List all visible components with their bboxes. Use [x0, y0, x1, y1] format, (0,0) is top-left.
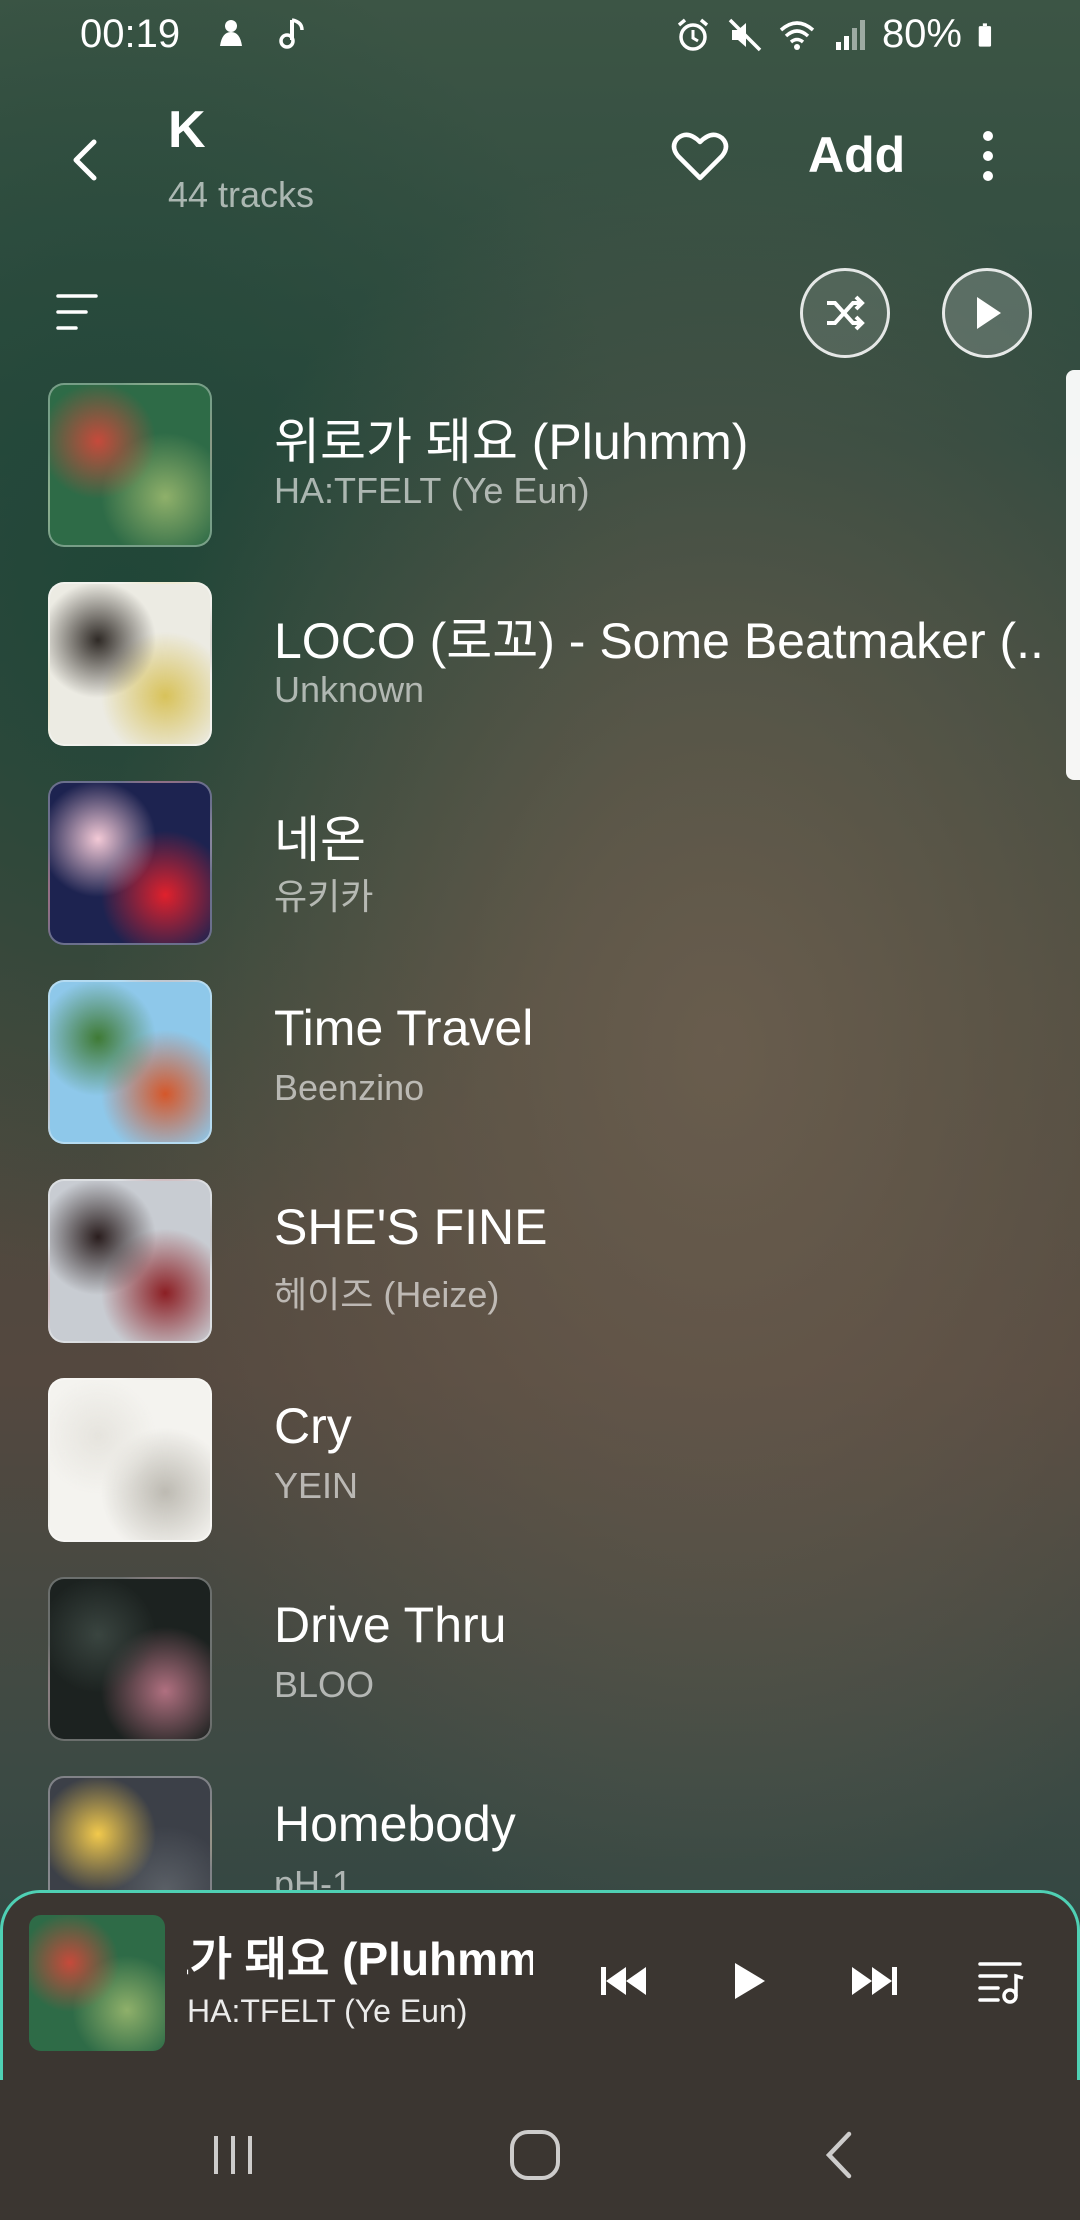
play-button[interactable] — [719, 1951, 779, 2011]
track-title: Time Travel — [274, 1000, 534, 1056]
album-art — [48, 1378, 212, 1542]
track-row[interactable]: SHE'S FINE 헤이즈 (Heize) — [0, 1176, 1080, 1375]
track-row[interactable]: Drive Thru BLOO — [0, 1574, 1080, 1773]
play-icon — [977, 297, 1001, 329]
track-artist: Unknown — [274, 669, 425, 710]
album-art — [48, 1179, 212, 1343]
track-artist: pH-1 — [274, 1863, 353, 1890]
queue-button[interactable] — [971, 1951, 1031, 2011]
skip-next-icon — [852, 1967, 897, 1995]
system-back-button[interactable] — [804, 2120, 874, 2190]
list-toolbar — [0, 268, 1080, 358]
favorite-button[interactable] — [670, 128, 730, 184]
track-title: 네온 — [274, 812, 366, 868]
now-playing-title: 위로가 돼요 (Pluhmm) — [187, 1923, 533, 1989]
status-bar: 00:19 80% — [0, 0, 1080, 72]
mute-icon — [728, 18, 762, 51]
next-button[interactable] — [845, 1951, 905, 2011]
system-navigation-bar — [0, 2080, 1080, 2220]
track-title: LOCO (로꼬) - Some Beatmaker (.. — [274, 613, 1044, 669]
alarm-icon — [677, 18, 709, 51]
playlist-title: K — [168, 101, 206, 159]
status-notification-icons — [212, 14, 314, 52]
shuffle-button[interactable] — [800, 268, 890, 358]
playlist-queue-icon — [978, 1962, 1024, 2004]
playlist-header: K 44 tracks Add — [0, 90, 1080, 230]
track-artist: 유키카 — [274, 876, 374, 917]
album-art — [48, 1577, 212, 1741]
home-icon — [510, 2130, 560, 2180]
track-row[interactable]: Time Travel Beenzino — [0, 977, 1080, 1176]
now-playing-artist: HA:TFELT (Ye Eun) — [187, 1993, 468, 2029]
now-playing-album-art — [29, 1915, 165, 2051]
battery-percent: 80% — [881, 12, 962, 56]
track-row[interactable]: Homebody pH-1 — [0, 1773, 1080, 1890]
track-artist: YEIN — [274, 1465, 359, 1506]
recent-apps-icon — [214, 2136, 252, 2174]
track-row[interactable]: 네온유키카 — [0, 778, 1080, 977]
back-button[interactable] — [60, 128, 112, 192]
track-artist: HA:TFELT (Ye Eun) — [274, 470, 590, 511]
track-count: 44 tracks — [168, 174, 315, 215]
track-artist: 헤이즈 (Heize) — [274, 1274, 500, 1315]
track-row[interactable]: 위로가 돼요 (Pluhmm) HA:TFELT (Ye Eun) — [0, 380, 1080, 579]
album-art — [48, 383, 212, 547]
play-all-button[interactable] — [942, 268, 1032, 358]
notification-app-icon — [220, 20, 242, 46]
track-title: Homebody — [274, 1796, 516, 1852]
status-time: 00:19 — [80, 12, 181, 56]
track-list: 위로가 돼요 (Pluhmm) HA:TFELT (Ye Eun) LOCO (로꼬… — [0, 380, 1080, 1890]
album-art — [48, 980, 212, 1144]
now-playing-title-text: 위로가 돼요 (Pluhmm) — [187, 1933, 533, 1985]
skip-previous-icon — [601, 1967, 646, 1995]
album-art — [48, 582, 212, 746]
home-button[interactable] — [500, 2120, 570, 2190]
back-icon — [825, 2131, 852, 2179]
track-row[interactable]: LOCO (로꼬) - Some Beatmaker (.. Unknown — [0, 579, 1080, 778]
status-system-icons: 80% — [674, 12, 1002, 57]
mini-player[interactable]: 위로가 돼요 (Pluhmm) HA:TFELT (Ye Eun) — [0, 1890, 1080, 2080]
track-artist: Beenzino — [274, 1067, 425, 1108]
track-title: SHE'S FINE — [274, 1199, 548, 1255]
add-button[interactable]: Add — [808, 126, 905, 184]
track-artist: BLOO — [274, 1664, 375, 1705]
album-art — [48, 1776, 212, 1890]
previous-button[interactable] — [593, 1951, 653, 2011]
track-title: 위로가 돼요 (Pluhmm) — [274, 414, 749, 470]
wifi-icon — [779, 20, 815, 50]
sort-icon[interactable] — [56, 292, 100, 332]
music-note-icon — [279, 18, 304, 49]
more-options-icon[interactable] — [968, 126, 1008, 186]
signal-icon — [835, 19, 865, 50]
scroll-handle[interactable] — [1066, 370, 1080, 780]
track-row[interactable]: Cry YEIN — [0, 1375, 1080, 1574]
shuffle-icon — [827, 295, 865, 331]
album-art — [48, 781, 212, 945]
battery-icon — [978, 22, 992, 47]
track-title: Drive Thru — [274, 1597, 507, 1653]
track-title: Cry — [274, 1398, 352, 1454]
recent-apps-button[interactable] — [198, 2120, 268, 2190]
play-icon — [735, 1963, 765, 1999]
